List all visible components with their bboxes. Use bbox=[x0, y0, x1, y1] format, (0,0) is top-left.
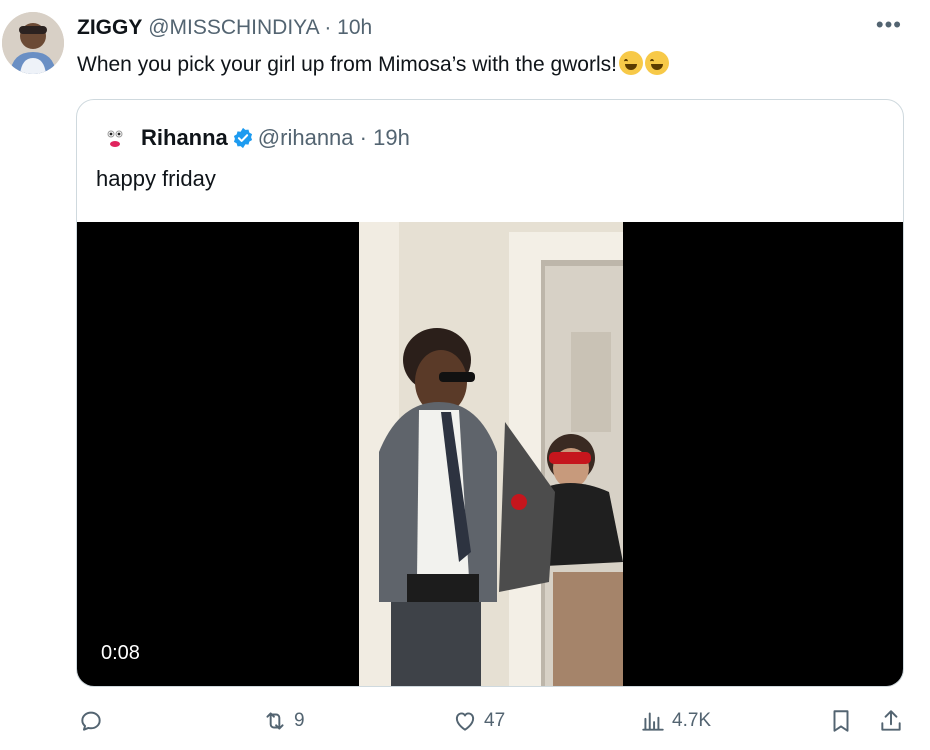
tweet-body: When you pick your girl up from Mimosa’s… bbox=[77, 53, 617, 76]
views-button[interactable]: 4.7K bbox=[640, 708, 711, 734]
author-name[interactable]: ZIGGY bbox=[77, 16, 142, 39]
author-handle[interactable]: @MISSCHINDIYA bbox=[148, 16, 318, 39]
action-bar: 9 47 4.7K bbox=[0, 702, 930, 744]
quoted-tweet-text: happy friday bbox=[96, 166, 216, 191]
views-chart-icon bbox=[642, 712, 664, 731]
tweet-text: When you pick your girl up from Mimosa’s… bbox=[77, 50, 669, 80]
video-frame bbox=[359, 222, 623, 686]
heart-icon bbox=[455, 712, 475, 731]
tweet-header: ZIGGY @MISSCHINDIYA · 10h bbox=[77, 14, 372, 42]
video-duration: 0:08 bbox=[101, 642, 140, 664]
video-player[interactable]: 0:08 bbox=[77, 222, 903, 686]
more-options-icon[interactable]: ••• bbox=[876, 12, 902, 38]
quoted-tweet[interactable]: Rihanna @rihanna · 19h happy friday 0:08 bbox=[76, 99, 904, 687]
like-button[interactable]: 47 bbox=[452, 708, 505, 734]
share-button[interactable] bbox=[878, 708, 904, 734]
quoted-header: Rihanna @rihanna · 19h bbox=[141, 124, 410, 152]
quoted-author-handle[interactable]: @rihanna bbox=[258, 125, 354, 150]
video-thumbnail bbox=[359, 222, 623, 686]
rolling-laughing-emoji-icon bbox=[618, 51, 643, 75]
bookmark-button[interactable] bbox=[828, 708, 854, 734]
verified-badge-icon bbox=[233, 127, 252, 149]
like-count: 47 bbox=[484, 710, 506, 731]
views-count: 4.7K bbox=[672, 710, 712, 731]
retweet-button[interactable]: 9 bbox=[262, 708, 305, 734]
tweet-time[interactable]: · 10h bbox=[324, 16, 372, 39]
avatar-image bbox=[2, 12, 64, 74]
tears-of-joy-emoji-icon bbox=[644, 51, 669, 75]
bookmark-icon bbox=[833, 710, 849, 732]
reply-icon bbox=[81, 711, 101, 731]
reply-button[interactable] bbox=[78, 708, 110, 734]
quoted-tweet-time[interactable]: · 19h bbox=[360, 125, 410, 150]
retweet-count: 9 bbox=[294, 710, 305, 731]
quoted-author-avatar[interactable] bbox=[101, 124, 129, 152]
retweet-icon bbox=[266, 712, 284, 730]
share-icon bbox=[881, 710, 901, 731]
quoted-author-name[interactable]: Rihanna bbox=[141, 125, 228, 150]
author-avatar[interactable] bbox=[2, 12, 64, 74]
